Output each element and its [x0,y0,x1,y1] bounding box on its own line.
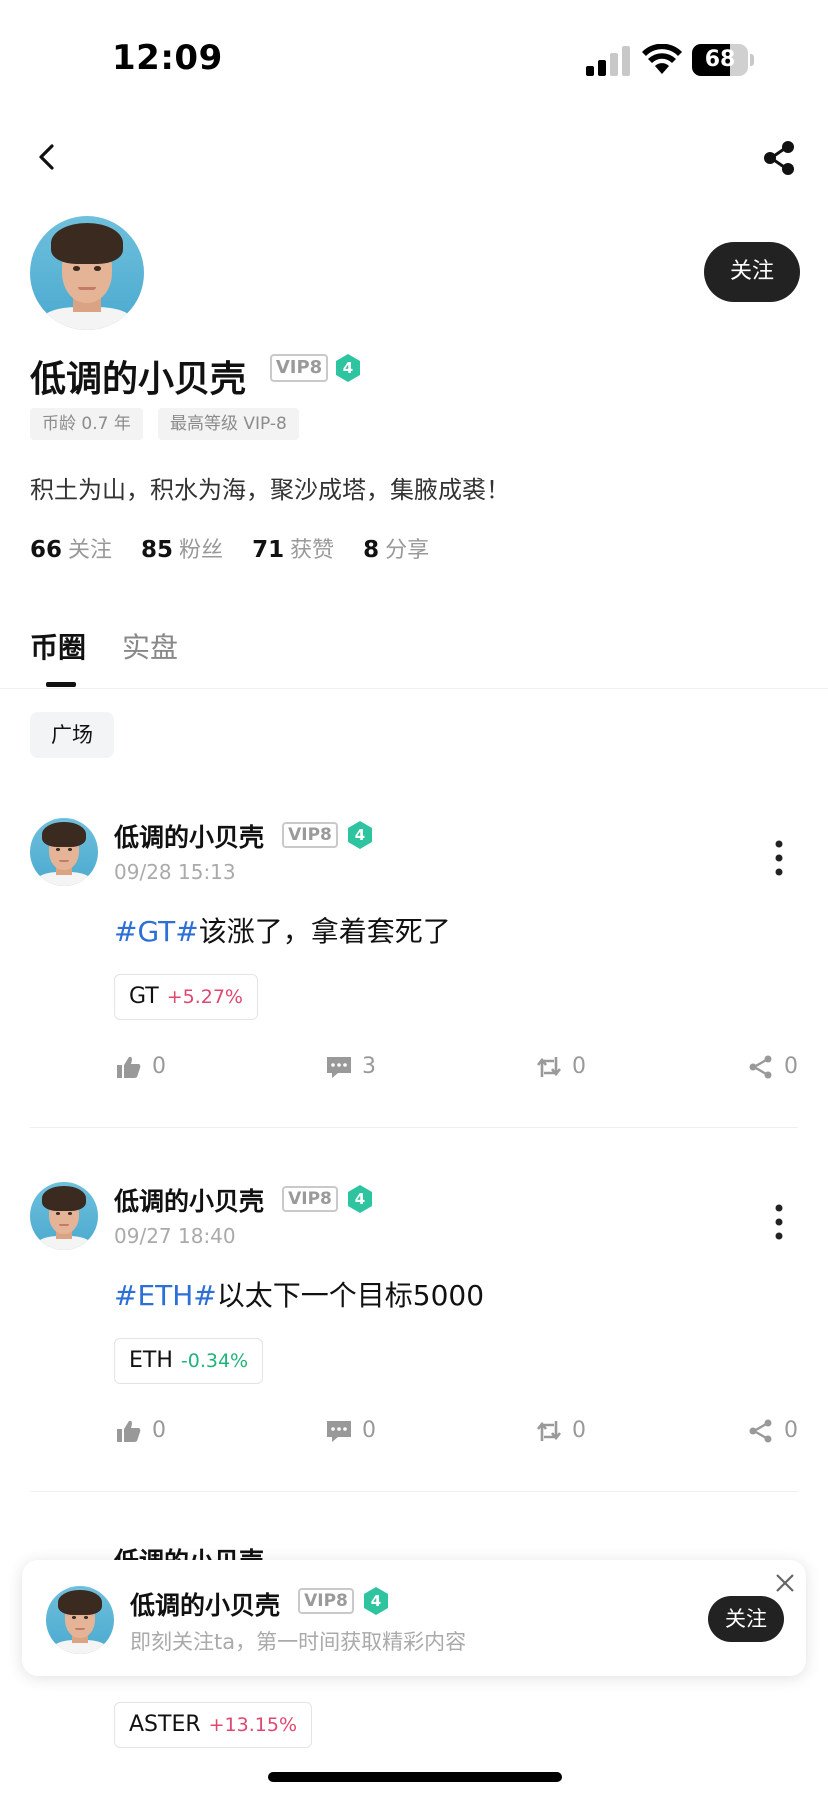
post-avatar[interactable] [30,1182,98,1250]
banner-avatar[interactable] [46,1586,114,1654]
post-card[interactable]: 低调的小贝壳 VIP8 4 09/28 15:13 #GT#该涨了，拿着套死了 … [0,818,828,1118]
tab-active-indicator [46,682,76,687]
banner-follow-button[interactable]: 关注 [708,1596,784,1642]
post-author[interactable]: 低调的小贝壳 [114,1182,264,1218]
vip-badge: VIP8 [282,1186,338,1212]
post-content: #ETH#以太下一个目标5000 [114,1279,485,1312]
more-options-icon[interactable] [770,838,788,878]
vip-badge: VIP8 [282,822,338,848]
coin-ticker-chip[interactable]: GT +5.27% [114,974,258,1020]
filter-square-chip[interactable]: 广场 [30,712,114,758]
profile-bio: 积土为山，积水为海，聚沙成塔，集腋成裘！ [30,476,510,504]
tab-crypto[interactable]: 币圈 [30,626,86,666]
level-badge-icon: 4 [362,1586,390,1616]
post-content: #GT#该涨了，拿着套死了 [114,915,451,948]
post-author[interactable]: 低调的小贝壳 [114,818,264,854]
post-card[interactable]: 低调的小贝壳 VIP8 4 09/27 18:40 #ETH#以太下一个目标50… [0,1182,828,1482]
level-badge-icon: 4 [346,1184,374,1214]
coin-age-tag: 币龄 0.7 年 [30,408,143,440]
close-icon[interactable] [774,1572,796,1594]
vip-badge: VIP8 [270,354,328,382]
status-bar: 12:09 68 [0,0,828,110]
banner-subtitle: 即刻关注ta，第一时间获取精彩内容 [130,1630,467,1654]
level-badge-icon: 4 [334,353,362,383]
post-timestamp: 09/28 15:13 [114,860,236,884]
divider [0,688,828,689]
coin-ticker-chip[interactable]: ETH -0.34% [114,1338,264,1384]
post-hashtag[interactable]: #GT# [114,915,199,948]
cellular-signal-icon [586,46,630,76]
coin-change: -0.34% [180,1350,249,1372]
post-actions: 0 0 0 0 [0,1414,828,1448]
stat-likes[interactable]: 71 获赞 [252,532,334,564]
profile-stats: 66 关注 85 粉丝 71 获赞 8 分享 [30,532,451,564]
more-options-icon[interactable] [770,1202,788,1242]
status-time: 12:09 [112,38,223,78]
coin-ticker-chip[interactable]: ASTER +13.15% [114,1702,313,1748]
banner-name: 低调的小贝壳 [130,1591,281,1620]
wifi-icon [642,44,682,74]
level-badge-icon: 4 [346,820,374,850]
follow-button[interactable]: 关注 [704,242,800,302]
repost-icon [536,1057,562,1077]
home-indicator[interactable] [268,1772,562,1782]
profile-avatar[interactable] [30,216,144,330]
coin-change: +5.27% [166,986,243,1008]
share-icon [749,1419,772,1443]
stat-following[interactable]: 66 关注 [30,532,112,564]
divider [30,1491,798,1492]
battery-percentage: 68 [704,47,736,72]
stat-shares[interactable]: 8 分享 [363,532,429,564]
post-hashtag[interactable]: #ETH# [114,1279,217,1312]
thumbs-up-icon [117,1420,141,1442]
follow-prompt-banner: 低调的小贝壳 VIP8 4 即刻关注ta，第一时间获取精彩内容 关注 [22,1560,806,1676]
stat-followers[interactable]: 85 粉丝 [141,532,223,564]
max-level-tag: 最高等级 VIP-8 [158,408,299,440]
share-icon[interactable] [762,140,796,176]
battery-icon: 68 [692,44,754,76]
vip-badge: VIP8 [298,1588,354,1614]
back-arrow-icon[interactable] [30,140,64,174]
divider [30,1127,798,1128]
post-avatar[interactable] [30,818,98,886]
repost-icon [536,1421,562,1441]
coin-change: +13.15% [208,1714,298,1736]
tab-live-trading[interactable]: 实盘 [122,626,178,666]
post-actions: 0 3 0 0 [0,1050,828,1084]
comment-icon [327,1057,351,1078]
post-timestamp: 09/27 18:40 [114,1224,236,1248]
thumbs-up-icon [117,1056,141,1078]
profile-name: 低调的小贝壳 [30,359,247,400]
share-icon [749,1055,772,1079]
comment-icon [327,1421,351,1442]
